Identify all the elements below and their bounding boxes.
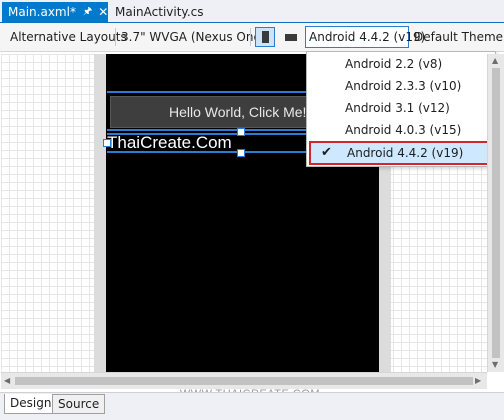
toolbar-separator	[250, 28, 251, 46]
document-tab-strip: Main.axml* 🖈︎ ✕ MainActivity.cs	[0, 0, 504, 23]
resize-handle-top[interactable]	[237, 128, 245, 136]
api-level-dropdown: Android 2.2 (v8) Android 2.3.3 (v10) And…	[306, 51, 496, 167]
scroll-down-icon[interactable]: ▼	[492, 360, 498, 369]
horizontal-scrollbar[interactable]: ◀ ▶	[1, 372, 487, 389]
api-option-v10[interactable]: Android 2.3.3 (v10)	[307, 75, 495, 97]
designer-toolbar: Alternative Layouts 3.7" WVGA (Nexus One…	[0, 23, 504, 52]
api-option-v12[interactable]: Android 3.1 (v12)	[307, 97, 495, 119]
tab-mainactivity-cs[interactable]: MainActivity.cs	[109, 2, 203, 22]
portrait-orientation-icon	[261, 31, 269, 43]
scroll-up-icon[interactable]: ▲	[492, 56, 498, 65]
toolbar-separator	[115, 28, 116, 46]
view-tab-bar: Design Source	[0, 392, 504, 420]
device-selector[interactable]: 3.7" WVGA (Nexus One)	[121, 28, 266, 46]
horizontal-scroll-thumb[interactable]	[15, 377, 473, 385]
tab-source[interactable]: Source	[52, 394, 106, 414]
api-option-label: Android 2.3.3 (v10)	[345, 79, 462, 93]
landscape-orientation-button[interactable]	[281, 27, 301, 47]
close-icon[interactable]: ✕	[98, 5, 108, 19]
alternative-layouts-button[interactable]: Alternative Layouts	[10, 28, 127, 46]
checkmark-icon: ✔	[321, 145, 332, 160]
api-option-label: Android 4.0.3 (v15)	[345, 123, 462, 137]
resize-handle-bottom[interactable]	[237, 149, 245, 157]
api-option-label: Android 2.2 (v8)	[345, 57, 443, 71]
tab-main-axml-label: Main.axml*	[8, 5, 76, 19]
portrait-orientation-button[interactable]	[255, 27, 275, 47]
api-option-v8[interactable]: Android 2.2 (v8)	[307, 53, 495, 75]
api-option-v19[interactable]: ✔ Android 4.4.2 (v19)	[309, 141, 495, 165]
resize-handle-left[interactable]	[103, 139, 111, 147]
api-level-selector[interactable]: Android 4.4.2 (v19)	[305, 26, 425, 48]
tab-main-axml[interactable]: Main.axml* 🖈︎ ✕	[2, 2, 108, 22]
api-option-v15[interactable]: Android 4.0.3 (v15)	[307, 119, 495, 141]
api-option-label: Android 3.1 (v12)	[345, 101, 450, 115]
pin-icon[interactable]: 🖈︎	[83, 4, 92, 21]
tab-design[interactable]: Design	[4, 394, 58, 414]
scroll-left-icon[interactable]: ◀	[4, 376, 10, 385]
scroll-right-icon[interactable]: ▶	[475, 376, 481, 385]
theme-selector[interactable]: Default Theme	[414, 28, 503, 46]
vertical-scroll-thumb[interactable]	[492, 68, 500, 358]
api-level-selected-value: Android 4.4.2 (v19)	[309, 30, 426, 44]
landscape-orientation-icon	[285, 33, 297, 41]
tab-mainactivity-cs-label: MainActivity.cs	[115, 5, 204, 19]
api-option-label: Android 4.4.2 (v19)	[347, 146, 464, 160]
vertical-scrollbar[interactable]: ▲ ▼	[487, 54, 504, 372]
